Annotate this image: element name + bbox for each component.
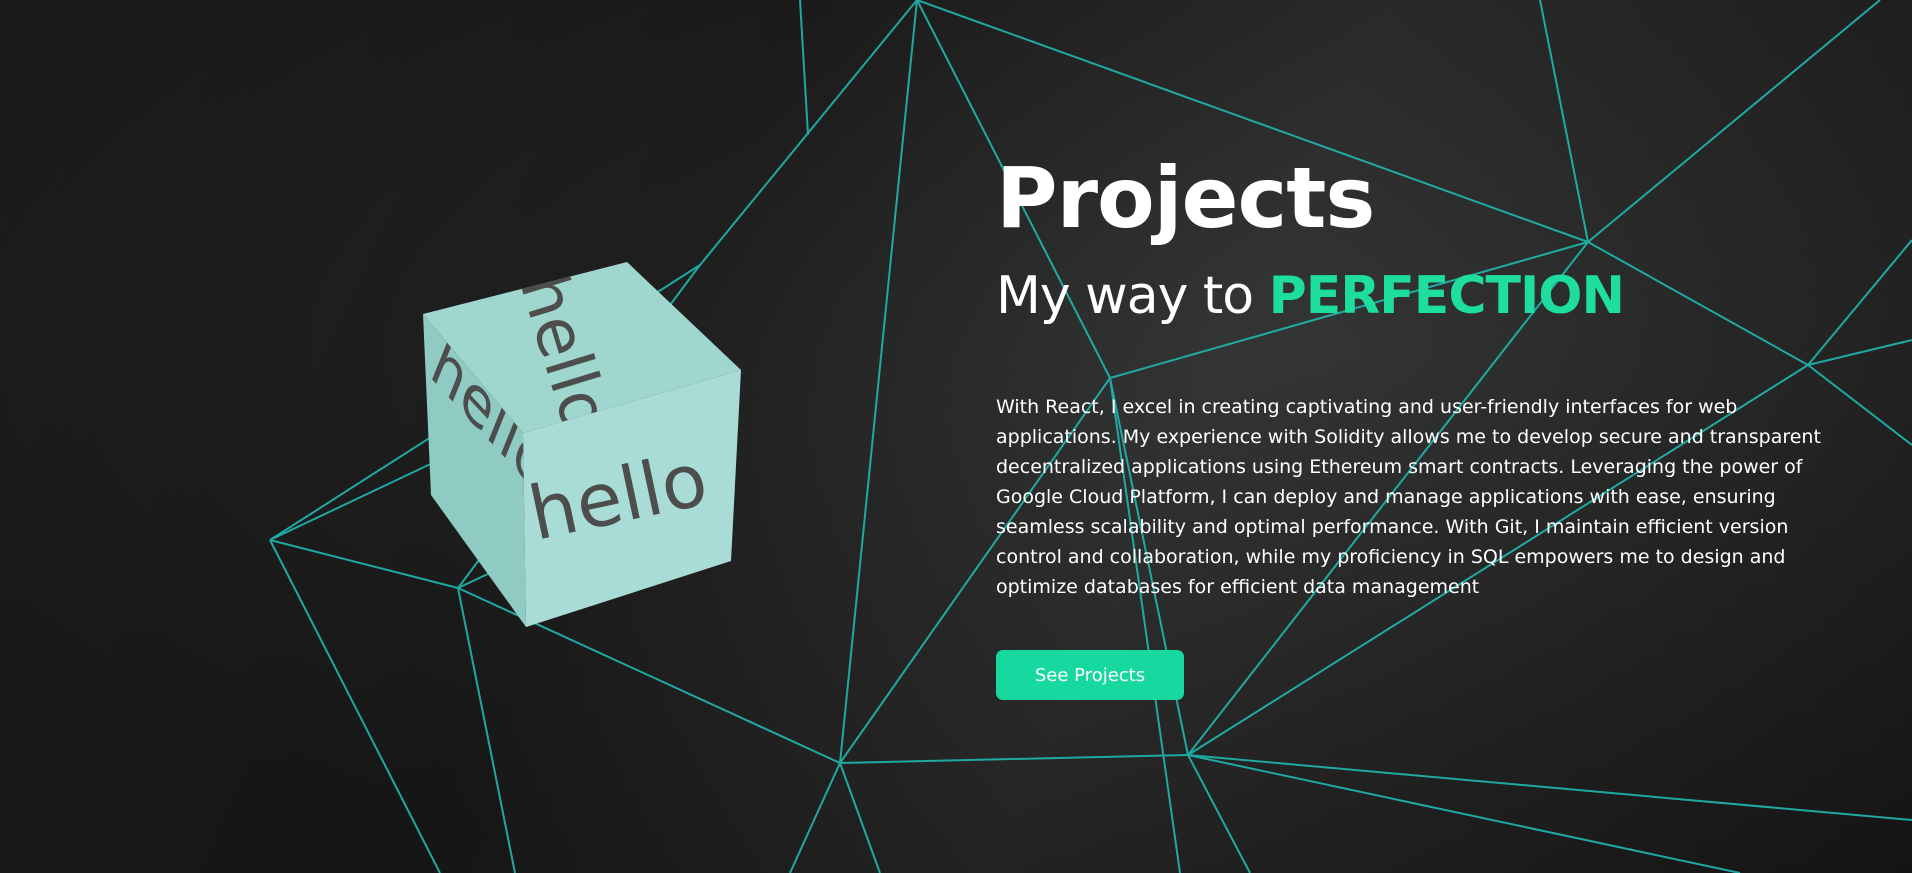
page-subtitle: My way to PERFECTION xyxy=(996,264,1836,328)
page-title: Projects xyxy=(996,149,1375,247)
projects-hero-section: hello hello hello Projects My way to PER… xyxy=(0,0,1912,873)
hero-content: Projects My way to PERFECTION With React… xyxy=(996,150,1836,700)
subtitle-accent: PERFECTION xyxy=(1268,266,1625,326)
projects-description: With React, I excel in creating captivat… xyxy=(996,396,1821,598)
see-projects-button[interactable]: See Projects xyxy=(996,650,1184,700)
subtitle-prefix: My way to xyxy=(996,266,1254,326)
